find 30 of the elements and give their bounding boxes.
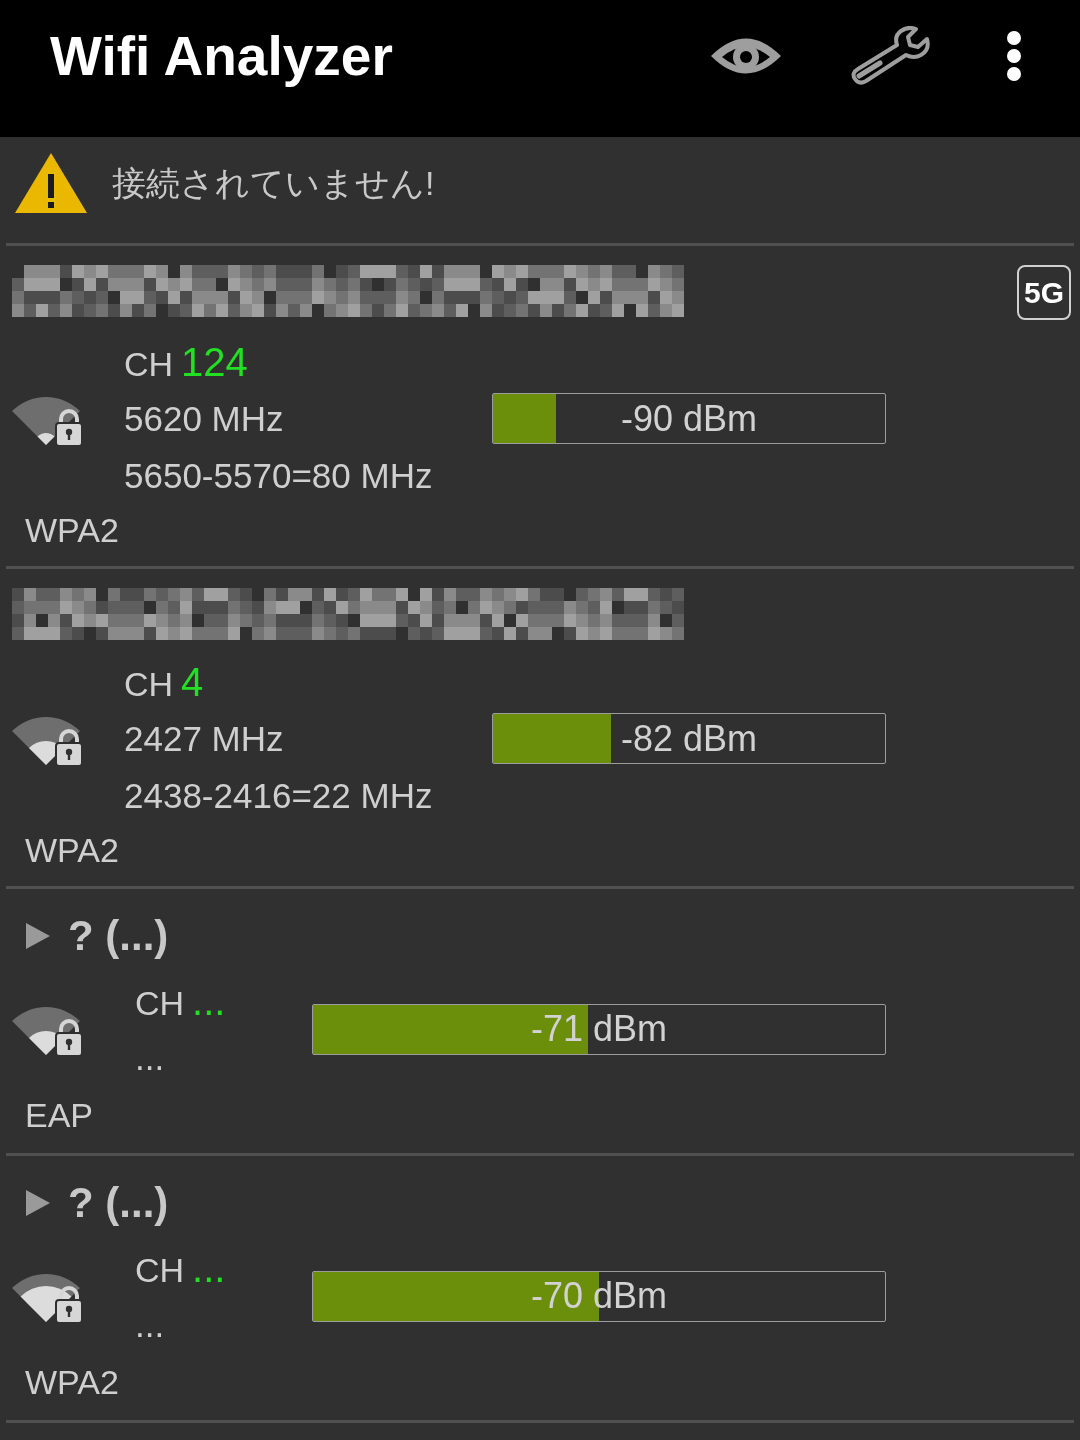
warning-icon: [14, 152, 88, 214]
signal-reading: -71 dBm: [530, 1011, 668, 1047]
range-text: 2438-2416=22 MHz: [124, 778, 433, 813]
band-badge: 5G: [1017, 265, 1071, 320]
security-text: WPA2: [25, 833, 119, 867]
expand-arrow-icon[interactable]: [25, 1190, 51, 1216]
channel-label: CH: [135, 985, 185, 1020]
channel-label: CH: [135, 1252, 185, 1287]
range-text: 5650-5570=80 MHz: [124, 458, 433, 493]
channel-number: 4: [181, 661, 204, 702]
channel-label: CH: [124, 346, 174, 381]
expand-arrow-icon[interactable]: [25, 923, 51, 949]
frequency-text: 5620 MHz: [124, 401, 284, 436]
warning-message: 接続されていません!: [112, 166, 435, 200]
channel-label: CH: [124, 666, 174, 701]
group-title: ? (...): [68, 1182, 169, 1224]
channel-number: ...: [192, 1247, 226, 1288]
security-text: WPA2: [25, 1365, 119, 1399]
more-menu-icon[interactable]: [1006, 31, 1022, 81]
channel-number: ...: [192, 980, 226, 1021]
group-title: ? (...): [68, 915, 169, 957]
signal-reading: -90 dBm: [620, 400, 758, 437]
security-text: WPA2: [25, 513, 119, 547]
frequency-text: ...: [135, 1307, 165, 1342]
wrench-icon[interactable]: [850, 26, 930, 86]
security-text: EAP: [25, 1098, 94, 1132]
frequency-text: 2427 MHz: [124, 721, 284, 756]
channel-number: 124: [181, 341, 248, 382]
frequency-text: ...: [135, 1040, 165, 1075]
signal-reading: -82 dBm: [620, 720, 758, 757]
